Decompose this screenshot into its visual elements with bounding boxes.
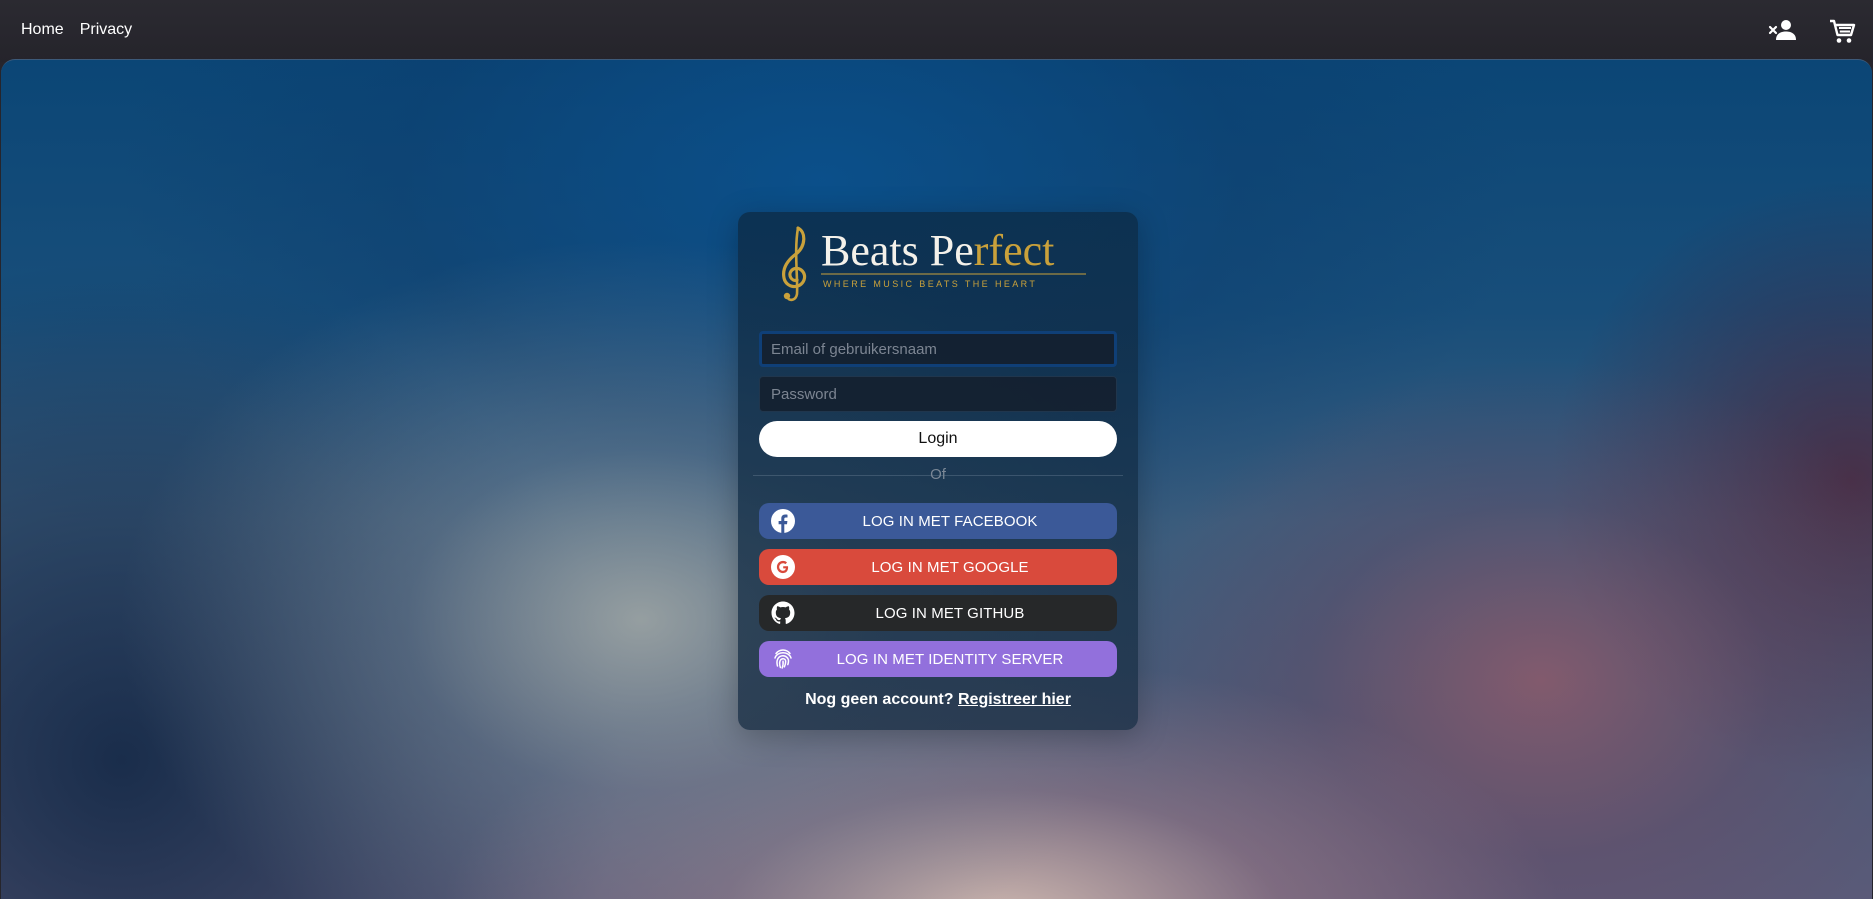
- github-login-button[interactable]: LOG IN MET GITHUB: [759, 595, 1117, 631]
- login-card: Beats Perfect WHERE MUSIC BEATS THE HEAR…: [738, 212, 1138, 730]
- nav-link-privacy[interactable]: Privacy: [80, 21, 132, 39]
- password-field[interactable]: [759, 376, 1117, 412]
- facebook-login-label: LOG IN MET FACEBOOK: [862, 512, 1038, 530]
- brand-logo: Beats Perfect WHERE MUSIC BEATS THE HEAR…: [782, 226, 1086, 302]
- svg-text:Beats Perfect: Beats Perfect: [821, 226, 1054, 275]
- register-link[interactable]: Registreer hier: [958, 691, 1071, 708]
- top-navbar: Home Privacy: [0, 0, 1873, 62]
- google-login-button[interactable]: LOG IN MET GOOGLE: [759, 549, 1117, 585]
- github-login-label: LOG IN MET GITHUB: [875, 604, 1025, 622]
- divider-label: Of: [930, 466, 946, 483]
- github-icon: [771, 601, 795, 624]
- fingerprint-icon: [774, 649, 792, 669]
- google-login-label: LOG IN MET GOOGLE: [871, 558, 1029, 576]
- google-icon: [771, 555, 795, 579]
- facebook-icon: [771, 509, 795, 533]
- person-add-icon[interactable]: [1767, 16, 1797, 46]
- nav-actions: [1767, 16, 1857, 46]
- register-prompt-text: Nog geen account?: [805, 691, 954, 708]
- background-stage: Beats Perfect WHERE MUSIC BEATS THE HEAR…: [1, 59, 1872, 899]
- register-prompt: Nog geen account? Registreer hier: [738, 691, 1138, 709]
- cart-icon[interactable]: [1827, 16, 1857, 46]
- identity-server-login-label: LOG IN MET IDENTITY SERVER: [836, 650, 1064, 668]
- brand-tagline: WHERE MUSIC BEATS THE HEART: [823, 279, 1037, 289]
- facebook-login-button[interactable]: LOG IN MET FACEBOOK: [759, 503, 1117, 539]
- nav-links: Home Privacy: [21, 21, 132, 39]
- identity-server-login-button[interactable]: LOG IN MET IDENTITY SERVER: [759, 641, 1117, 677]
- email-field[interactable]: [759, 331, 1117, 367]
- nav-link-home[interactable]: Home: [21, 21, 64, 39]
- treble-clef-icon: [782, 226, 807, 302]
- login-button[interactable]: Login: [759, 421, 1117, 457]
